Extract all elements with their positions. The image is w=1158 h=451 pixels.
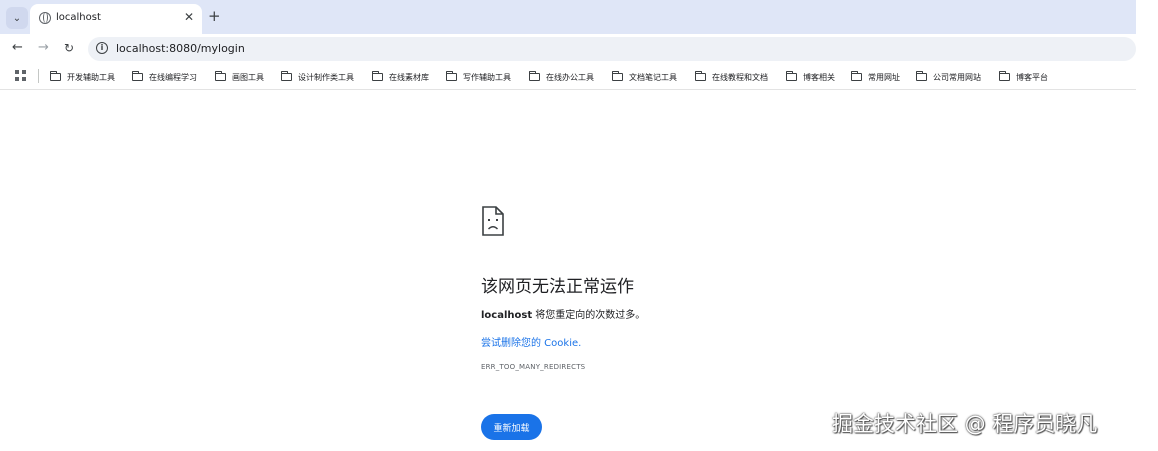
new-tab-button[interactable]: +	[208, 7, 221, 25]
chevron-down-icon: ⌄	[12, 12, 22, 24]
folder-icon	[446, 71, 457, 81]
bookmark-label: 在线办公工具	[546, 72, 594, 82]
error-title: 该网页无法正常运作	[481, 277, 634, 297]
sad-page-icon	[482, 206, 504, 236]
folder-icon	[916, 71, 927, 81]
folder-icon	[215, 71, 226, 81]
bookmark-item[interactable]: 写作辅助工具	[446, 69, 511, 85]
bookmark-item[interactable]: 常用网址	[851, 69, 900, 85]
tab-strip: ⌄ localhost ✕ +	[0, 0, 1136, 34]
bookmark-item[interactable]: 在线教程和文档	[695, 69, 768, 85]
close-icon[interactable]: ✕	[184, 10, 194, 24]
folder-icon	[132, 71, 143, 81]
bookmark-label: 博客相关	[803, 72, 835, 82]
bookmark-item[interactable]: 画图工具	[215, 69, 264, 85]
bookmark-label: 在线素材库	[389, 72, 429, 82]
url-text[interactable]: localhost:8080/mylogin	[116, 42, 245, 55]
delete-cookies-link[interactable]: 尝试删除您的 Cookie.	[481, 334, 581, 349]
bookmark-label: 开发辅助工具	[67, 72, 115, 82]
browser-toolbar: ← → ↻ i localhost:8080/mylogin	[0, 34, 1136, 64]
bookmark-label: 画图工具	[232, 72, 264, 82]
folder-icon	[695, 71, 706, 81]
apps-grid-icon[interactable]	[15, 70, 26, 81]
bookmark-label: 博客平台	[1016, 72, 1048, 82]
bookmark-item[interactable]: 设计制作类工具	[281, 69, 354, 85]
bookmark-label: 常用网址	[868, 72, 900, 82]
forward-button[interactable]: →	[38, 40, 49, 55]
bookmark-item[interactable]: 文档笔记工具	[612, 69, 677, 85]
bookmark-item[interactable]: 在线编程学习	[132, 69, 197, 85]
bookmark-item[interactable]: 开发辅助工具	[50, 69, 115, 85]
bookmark-item[interactable]: 博客平台	[999, 69, 1048, 85]
address-bar[interactable]: i localhost:8080/mylogin	[88, 37, 1136, 61]
reload-page-button[interactable]: 重新加载	[481, 414, 542, 440]
folder-icon	[50, 71, 61, 81]
bookmarks-bar: 开发辅助工具 在线编程学习 画图工具 设计制作类工具 在线素材库 写作辅助工具 在线办公工具…	[0, 64, 1136, 90]
bookmark-item[interactable]: 在线办公工具	[529, 69, 594, 85]
folder-icon	[851, 71, 862, 81]
bookmark-label: 在线编程学习	[149, 72, 197, 82]
back-button[interactable]: ←	[12, 40, 23, 55]
bookmarks-divider	[38, 69, 39, 83]
bookmark-label: 设计制作类工具	[298, 72, 354, 82]
error-description: localhost 将您重定向的次数过多。	[481, 306, 645, 321]
bookmark-item[interactable]: 博客相关	[786, 69, 835, 85]
folder-icon	[786, 71, 797, 81]
error-host: localhost	[481, 310, 533, 321]
bookmark-label: 公司常用网站	[933, 72, 981, 82]
tab-title: localhost	[56, 12, 101, 23]
bookmark-label: 在线教程和文档	[712, 72, 768, 82]
folder-icon	[612, 71, 623, 81]
reload-button[interactable]: ↻	[64, 41, 74, 55]
folder-icon	[529, 71, 540, 81]
bookmark-item[interactable]: 公司常用网站	[916, 69, 981, 85]
error-code: ERR_TOO_MANY_REDIRECTS	[481, 363, 586, 371]
bookmark-label: 文档笔记工具	[629, 72, 677, 82]
tab-localhost[interactable]: localhost ✕	[30, 4, 202, 34]
tab-search-button[interactable]: ⌄	[6, 7, 28, 29]
bookmark-item[interactable]: 在线素材库	[372, 69, 429, 85]
error-description-text: 将您重定向的次数过多。	[532, 310, 646, 321]
watermark: 掘金技术社区 @ 程序员晓凡	[832, 412, 1098, 436]
globe-icon	[39, 12, 51, 24]
info-icon[interactable]: i	[96, 42, 108, 54]
folder-icon	[999, 71, 1010, 81]
folder-icon	[372, 71, 383, 81]
bookmark-label: 写作辅助工具	[463, 72, 511, 82]
folder-icon	[281, 71, 292, 81]
